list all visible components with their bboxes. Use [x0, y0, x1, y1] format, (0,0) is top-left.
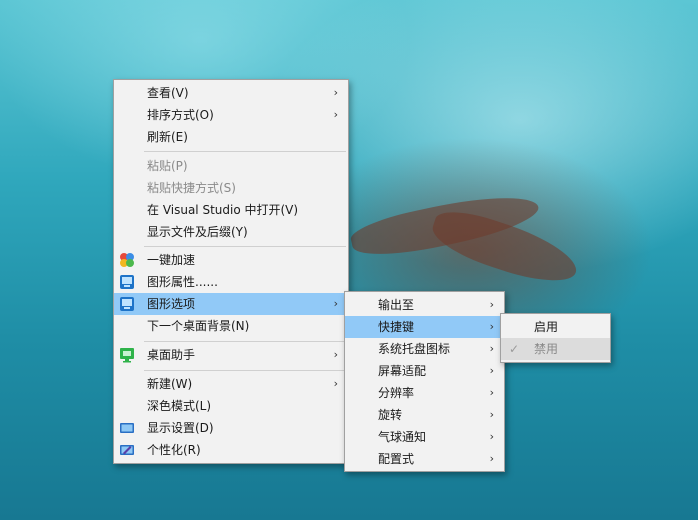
- menu-item-label: 个性化(R): [147, 443, 201, 457]
- menu-item-label: 粘贴(P): [147, 159, 188, 173]
- menu-item-label: 显示设置(D): [147, 421, 214, 435]
- submenu-item-output-to[interactable]: 输出至 ›: [345, 294, 504, 316]
- menu-item-next-desktop-background[interactable]: 下一个桌面背景(N): [114, 315, 348, 337]
- menu-item-label: 分辨率: [378, 386, 415, 400]
- chevron-right-icon: ›: [489, 430, 494, 443]
- chevron-right-icon: ›: [489, 298, 494, 311]
- chevron-right-icon: ›: [489, 342, 494, 355]
- menu-item-label: 排序方式(O): [147, 108, 214, 122]
- menu-item-paste-shortcut: 粘贴快捷方式(S): [114, 177, 348, 199]
- menu-item-label: 粘贴快捷方式(S): [147, 181, 236, 195]
- menu-item-label: 刷新(E): [147, 130, 188, 144]
- submenu-item-balloon-notification[interactable]: 气球通知 ›: [345, 426, 504, 448]
- chevron-right-icon: ›: [489, 386, 494, 399]
- submenu-item-hotkeys[interactable]: 快捷键 ›: [345, 316, 504, 338]
- speedup-icon: [120, 253, 134, 267]
- display-settings-icon: [120, 423, 134, 433]
- menu-item-label: 启用: [534, 320, 559, 334]
- checkmark-icon: ✓: [509, 342, 520, 356]
- desktop-context-menu: 查看(V) › 排序方式(O) › 刷新(E) 粘贴(P) 粘贴快捷方式(S) …: [113, 79, 349, 464]
- menu-item-label: 显示文件及后缀(Y): [147, 225, 248, 239]
- menu-separator: [144, 341, 346, 342]
- menu-item-paste: 粘贴(P): [114, 155, 348, 177]
- menu-item-label: 气球通知: [378, 430, 427, 444]
- graphics-properties-icon: [120, 275, 134, 289]
- personalize-icon: [120, 445, 134, 455]
- chevron-right-icon: ›: [489, 364, 494, 377]
- menu-separator: [144, 370, 346, 371]
- menu-separator: [144, 151, 346, 152]
- chevron-right-icon: ›: [333, 108, 338, 121]
- menu-item-dark-mode[interactable]: 深色模式(L): [114, 395, 348, 417]
- menu-item-label: 输出至: [378, 298, 415, 312]
- menu-item-label: 快捷键: [378, 320, 415, 334]
- chevron-right-icon: ›: [333, 348, 338, 361]
- chevron-right-icon: ›: [333, 297, 338, 310]
- menu-item-label: 图形选项: [147, 297, 196, 311]
- chevron-right-icon: ›: [489, 452, 494, 465]
- menu-item-desktop-assistant[interactable]: 桌面助手 ›: [114, 344, 348, 366]
- chevron-right-icon: ›: [489, 320, 494, 333]
- menu-item-open-in-visual-studio[interactable]: 在 Visual Studio 中打开(V): [114, 199, 348, 221]
- menu-item-label: 旋转: [378, 408, 403, 422]
- menu-item-label: 桌面助手: [147, 348, 196, 362]
- chevron-right-icon: ›: [333, 86, 338, 99]
- chevron-right-icon: ›: [333, 377, 338, 390]
- menu-item-label: 下一个桌面背景(N): [147, 319, 250, 333]
- menu-item-display-settings[interactable]: 显示设置(D): [114, 417, 348, 439]
- menu-item-personalize[interactable]: 个性化(R): [114, 439, 348, 461]
- graphics-options-icon: [120, 297, 134, 311]
- submenu-item-tray-icon[interactable]: 系统托盘图标 ›: [345, 338, 504, 360]
- menu-item-show-file-extensions[interactable]: 显示文件及后缀(Y): [114, 221, 348, 243]
- menu-item-label: 禁用: [534, 342, 559, 356]
- menu-item-sort-by[interactable]: 排序方式(O) ›: [114, 104, 348, 126]
- submenu-item-enable[interactable]: 启用: [501, 316, 610, 338]
- menu-item-label: 在 Visual Studio 中打开(V): [147, 203, 299, 217]
- menu-item-label: 图形属性......: [147, 275, 218, 289]
- menu-item-label: 系统托盘图标: [378, 342, 451, 356]
- menu-item-graphics-options[interactable]: 图形选项 ›: [114, 293, 348, 315]
- hotkey-submenu: 启用 ✓ 禁用: [500, 313, 611, 363]
- submenu-item-profiles[interactable]: 配置式 ›: [345, 448, 504, 470]
- menu-item-view[interactable]: 查看(V) ›: [114, 82, 348, 104]
- submenu-item-disable[interactable]: ✓ 禁用: [501, 338, 610, 360]
- desktop-assistant-icon: [120, 348, 134, 363]
- menu-item-refresh[interactable]: 刷新(E): [114, 126, 348, 148]
- menu-item-new[interactable]: 新建(W) ›: [114, 373, 348, 395]
- menu-item-label: 屏幕适配: [378, 364, 427, 378]
- menu-item-label: 新建(W): [147, 377, 193, 391]
- submenu-item-screen-fit[interactable]: 屏幕适配 ›: [345, 360, 504, 382]
- menu-item-label: 深色模式(L): [147, 399, 212, 413]
- menu-item-graphics-properties[interactable]: 图形属性......: [114, 271, 348, 293]
- menu-separator: [144, 246, 346, 247]
- chevron-right-icon: ›: [489, 408, 494, 421]
- menu-item-label: 配置式: [378, 452, 415, 466]
- menu-item-label: 一键加速: [147, 253, 196, 267]
- submenu-item-rotation[interactable]: 旋转 ›: [345, 404, 504, 426]
- graphics-options-submenu: 输出至 › 快捷键 › 系统托盘图标 › 屏幕适配 › 分辨率 › 旋转 › 气…: [344, 291, 505, 472]
- menu-item-label: 查看(V): [147, 86, 189, 100]
- submenu-item-resolution[interactable]: 分辨率 ›: [345, 382, 504, 404]
- menu-item-speedup[interactable]: 一键加速: [114, 249, 348, 271]
